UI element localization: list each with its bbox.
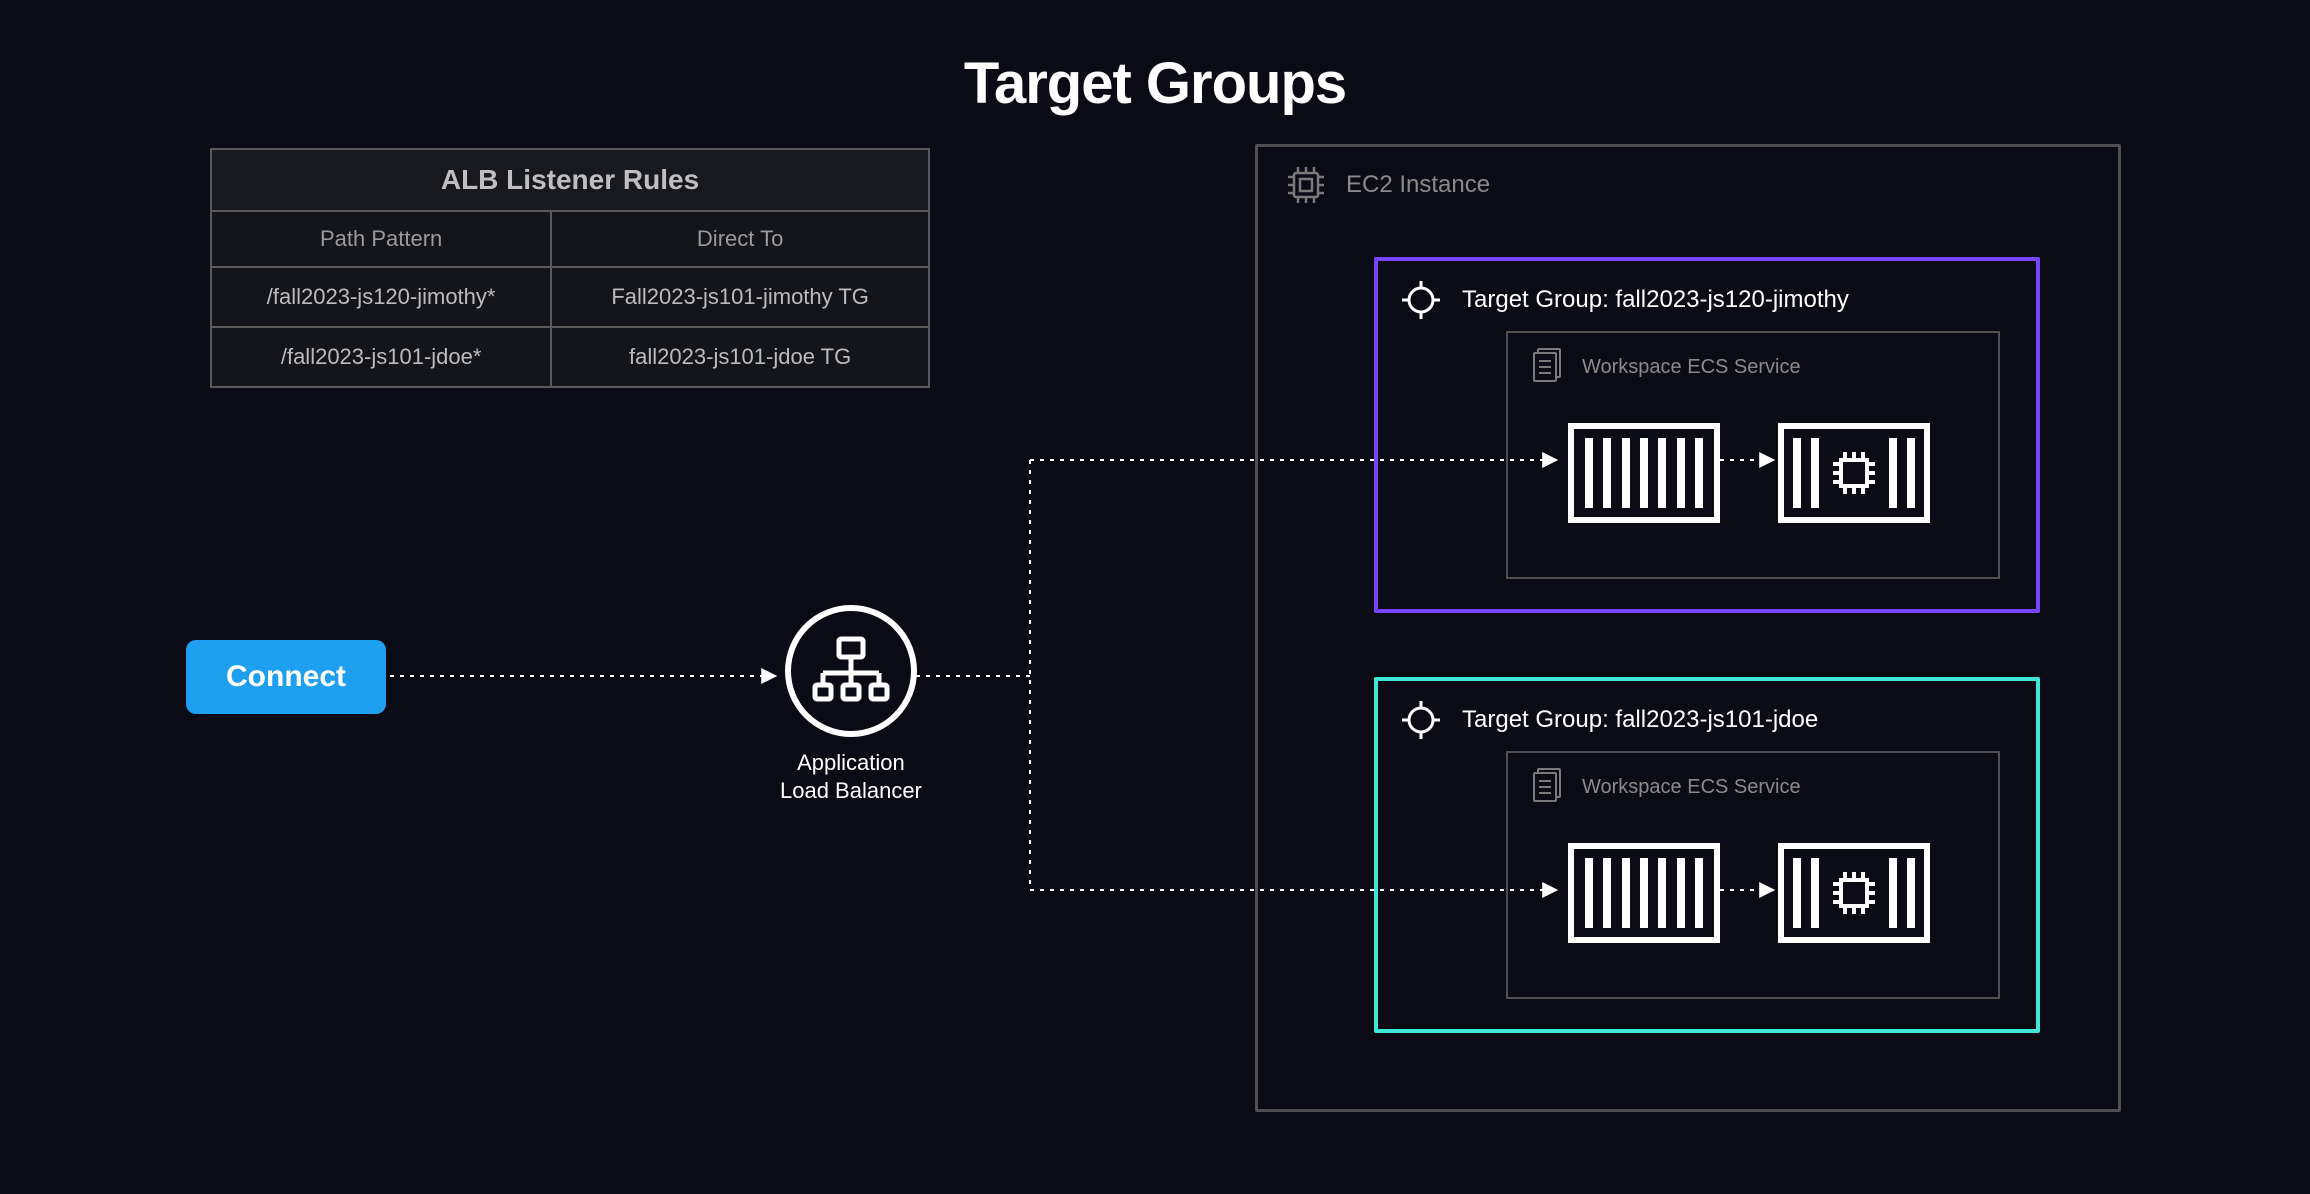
- table-title: ALB Listener Rules: [211, 149, 929, 211]
- container-icon: [1568, 843, 1720, 943]
- alb-label: Application Load Balancer: [780, 749, 922, 804]
- alb-label-line1: Application: [780, 749, 922, 777]
- container-chip-icon: [1778, 843, 1930, 943]
- ecs-label-text: Workspace ECS Service: [1582, 776, 1801, 799]
- cell-direct: fall2023-js101-jdoe TG: [551, 327, 929, 387]
- alb-listener-rules-table: ALB Listener Rules Path Pattern Direct T…: [210, 148, 930, 388]
- cpu-chip-icon: [1284, 163, 1328, 207]
- load-balancer-icon: [785, 605, 917, 737]
- ecs-label: Workspace ECS Service: [1530, 767, 1801, 807]
- container-row: [1568, 423, 1930, 523]
- ecs-service-box: Workspace ECS Service: [1506, 331, 2000, 579]
- target-group-header: Target Group: fall2023-js101-jdoe: [1400, 699, 1818, 741]
- service-stack-icon: [1530, 767, 1564, 807]
- ecs-label-text: Workspace ECS Service: [1582, 356, 1801, 379]
- container-icon: [1568, 423, 1720, 523]
- ec2-label-text: EC2 Instance: [1346, 171, 1490, 199]
- container-row: [1568, 843, 1930, 943]
- service-stack-icon: [1530, 347, 1564, 387]
- table-row: /fall2023-js120-jimothy* Fall2023-js101-…: [211, 267, 929, 327]
- container-chip-icon: [1778, 423, 1930, 523]
- target-group-header: Target Group: fall2023-js120-jimothy: [1400, 279, 1849, 321]
- ec2-label: EC2 Instance: [1284, 163, 1490, 207]
- ecs-service-box: Workspace ECS Service: [1506, 751, 2000, 999]
- col-header-direct: Direct To: [551, 211, 929, 267]
- target-group-box-jimothy: Target Group: fall2023-js120-jimothy Wor…: [1374, 257, 2040, 613]
- target-icon: [1400, 699, 1442, 741]
- target-group-label: Target Group: fall2023-js120-jimothy: [1462, 286, 1849, 314]
- target-group-box-jdoe: Target Group: fall2023-js101-jdoe Worksp…: [1374, 677, 2040, 1033]
- cell-path: /fall2023-js101-jdoe*: [211, 327, 551, 387]
- ec2-instance-box: EC2 Instance Target Group: fall2023-js12…: [1255, 144, 2121, 1112]
- page-title: Target Groups: [964, 50, 1346, 117]
- ecs-label: Workspace ECS Service: [1530, 347, 1801, 387]
- cell-path: /fall2023-js120-jimothy*: [211, 267, 551, 327]
- target-group-label: Target Group: fall2023-js101-jdoe: [1462, 706, 1818, 734]
- alb-node: Application Load Balancer: [780, 605, 922, 804]
- target-icon: [1400, 279, 1442, 321]
- table-row: /fall2023-js101-jdoe* fall2023-js101-jdo…: [211, 327, 929, 387]
- col-header-path: Path Pattern: [211, 211, 551, 267]
- connect-button[interactable]: Connect: [186, 640, 386, 714]
- cell-direct: Fall2023-js101-jimothy TG: [551, 267, 929, 327]
- alb-label-line2: Load Balancer: [780, 777, 922, 805]
